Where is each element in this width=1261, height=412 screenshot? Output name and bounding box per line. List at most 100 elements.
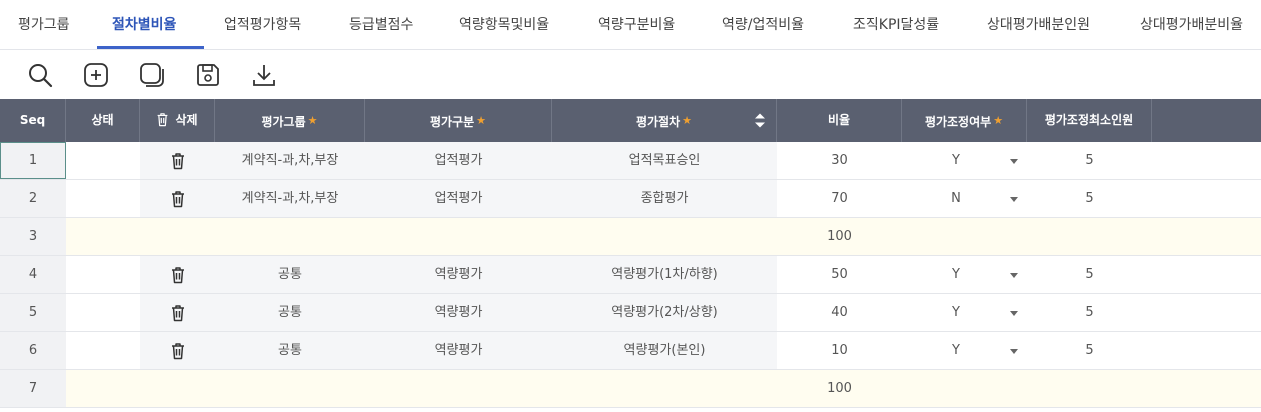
tab-competency-category[interactable]: 역량구분비율 <box>598 0 675 49</box>
row-min-headcount[interactable]: 5 <box>1027 332 1152 369</box>
download-icon <box>253 65 275 86</box>
header-adjust[interactable]: 평가조정여부 ★ <box>902 99 1027 142</box>
row-eval-procedure[interactable]: 종합평가 <box>552 180 777 217</box>
row-eval-category[interactable]: 업적평가 <box>365 142 552 179</box>
row-ratio[interactable]: 10 <box>777 332 902 369</box>
search-button[interactable] <box>26 61 54 89</box>
row-eval-procedure[interactable] <box>552 370 777 407</box>
trash-icon[interactable] <box>170 152 186 170</box>
row-adjust-select[interactable]: Y <box>902 332 1027 369</box>
tab-org-kpi[interactable]: 조직KPI달성률 <box>853 0 939 49</box>
header-seq[interactable]: Seq <box>0 99 66 142</box>
tab-performance-items[interactable]: 업적평가항목 <box>224 0 301 49</box>
row-adjust-select[interactable]: Y <box>902 294 1027 331</box>
row-ratio[interactable]: 30 <box>777 142 902 179</box>
header-ratio[interactable]: 비율 <box>777 99 902 142</box>
row-delete-cell[interactable] <box>140 142 215 179</box>
row-min-headcount[interactable]: 5 <box>1027 294 1152 331</box>
row-eval-category[interactable]: 역량평가 <box>365 256 552 293</box>
row-adjust-select[interactable]: Y <box>902 256 1027 293</box>
add-button[interactable] <box>82 61 110 89</box>
sort-icon[interactable] <box>755 113 765 128</box>
row-delete-cell[interactable] <box>140 332 215 369</box>
required-star-icon: ★ <box>993 114 1004 127</box>
row-min-headcount[interactable] <box>1027 370 1152 407</box>
table-row[interactable]: 5 공통 역량평가 역량평가(2차/상향) 40 Y 5 <box>0 294 1261 332</box>
row-seq[interactable]: 2 <box>0 180 66 217</box>
row-seq[interactable]: 4 <box>0 256 66 293</box>
trash-icon[interactable] <box>170 266 186 284</box>
row-seq[interactable]: 1 <box>0 142 66 179</box>
row-eval-procedure[interactable] <box>552 218 777 255</box>
chevron-down-icon[interactable] <box>1010 197 1018 202</box>
row-adjust-select[interactable]: Y <box>902 142 1027 179</box>
tab-relative-headcount[interactable]: 상대평가배분인원 <box>987 0 1090 49</box>
row-delete-cell[interactable] <box>140 294 215 331</box>
row-eval-group[interactable] <box>215 218 365 255</box>
tab-grade-scores[interactable]: 등급별점수 <box>349 0 413 49</box>
trash-icon[interactable] <box>170 190 186 208</box>
row-eval-category[interactable] <box>365 370 552 407</box>
row-delete-cell[interactable] <box>140 256 215 293</box>
row-eval-procedure[interactable]: 역량평가(2차/상향) <box>552 294 777 331</box>
row-min-headcount[interactable]: 5 <box>1027 256 1152 293</box>
tab-relative-ratio[interactable]: 상대평가배분비율 <box>1140 0 1243 49</box>
row-eval-group[interactable] <box>215 370 365 407</box>
row-eval-group[interactable]: 계약직-과,차,부장 <box>215 142 365 179</box>
download-button[interactable] <box>250 61 278 89</box>
save-button[interactable] <box>194 61 222 89</box>
table-row[interactable]: 1 계약직-과,차,부장 업적평가 업적목표승인 30 Y 5 <box>0 142 1261 180</box>
row-ratio[interactable]: 100 <box>777 370 902 407</box>
row-eval-group[interactable]: 공통 <box>215 256 365 293</box>
tab-competency-performance[interactable]: 역량/업적비율 <box>722 0 804 49</box>
trash-icon[interactable] <box>170 342 186 360</box>
row-adjust-select[interactable]: N <box>902 180 1027 217</box>
header-eval-category[interactable]: 평가구분 ★ <box>365 99 552 142</box>
row-min-headcount[interactable]: 5 <box>1027 180 1152 217</box>
row-eval-group[interactable]: 공통 <box>215 332 365 369</box>
chevron-down-icon[interactable] <box>1010 273 1018 278</box>
row-adjust-value: N <box>951 191 961 206</box>
row-eval-category[interactable]: 역량평가 <box>365 332 552 369</box>
header-delete[interactable]: 삭제 <box>140 99 215 142</box>
header-eval-procedure[interactable]: 평가절차 ★ <box>552 99 777 142</box>
chevron-down-icon[interactable] <box>1010 159 1018 164</box>
row-eval-group[interactable]: 공통 <box>215 294 365 331</box>
row-eval-procedure[interactable]: 역량평가(본인) <box>552 332 777 369</box>
row-seq[interactable]: 3 <box>0 218 66 255</box>
row-eval-procedure[interactable]: 역량평가(1차/하향) <box>552 256 777 293</box>
row-seq[interactable]: 5 <box>0 294 66 331</box>
copy-button[interactable] <box>138 61 166 89</box>
row-delete-cell[interactable] <box>140 180 215 217</box>
table-row[interactable]: 4 공통 역량평가 역량평가(1차/하향) 50 Y 5 <box>0 256 1261 294</box>
row-eval-procedure[interactable]: 업적목표승인 <box>552 142 777 179</box>
row-adjust-select <box>902 218 1027 255</box>
chevron-down-icon[interactable] <box>1010 311 1018 316</box>
row-min-headcount[interactable]: 5 <box>1027 142 1152 179</box>
row-eval-group[interactable]: 계약직-과,차,부장 <box>215 180 365 217</box>
row-min-headcount[interactable] <box>1027 218 1152 255</box>
header-status[interactable]: 상태 <box>66 99 140 142</box>
row-filler <box>1152 370 1261 407</box>
row-eval-category[interactable]: 역량평가 <box>365 294 552 331</box>
table-row[interactable]: 6 공통 역량평가 역량평가(본인) 10 Y 5 <box>0 332 1261 370</box>
procedure-ratio-grid: Seq 상태 삭제 평가그룹 ★ 평가구분 ★ 평가절차 ★ 비율 평가조정여부 ★ 평… <box>0 99 1261 412</box>
row-seq[interactable]: 7 <box>0 370 66 407</box>
trash-icon[interactable] <box>170 304 186 322</box>
tab-procedure-ratio[interactable]: 절차별비율 <box>112 0 176 49</box>
header-eval-group[interactable]: 평가그룹 ★ <box>215 99 365 142</box>
row-eval-category[interactable]: 업적평가 <box>365 180 552 217</box>
tab-competency-items[interactable]: 역량항목및비율 <box>459 0 549 49</box>
table-row[interactable]: 7 100 <box>0 370 1261 408</box>
header-min-headcount[interactable]: 평가조정최소인원 <box>1027 99 1152 142</box>
row-ratio[interactable]: 50 <box>777 256 902 293</box>
row-ratio[interactable]: 100 <box>777 218 902 255</box>
row-ratio[interactable]: 70 <box>777 180 902 217</box>
tab-eval-group[interactable]: 평가그룹 <box>18 0 70 49</box>
table-row[interactable]: 3 100 <box>0 218 1261 256</box>
row-ratio[interactable]: 40 <box>777 294 902 331</box>
chevron-down-icon[interactable] <box>1010 349 1018 354</box>
table-row[interactable]: 2 계약직-과,차,부장 업적평가 종합평가 70 N 5 <box>0 180 1261 218</box>
row-eval-category[interactable] <box>365 218 552 255</box>
row-seq[interactable]: 6 <box>0 332 66 369</box>
